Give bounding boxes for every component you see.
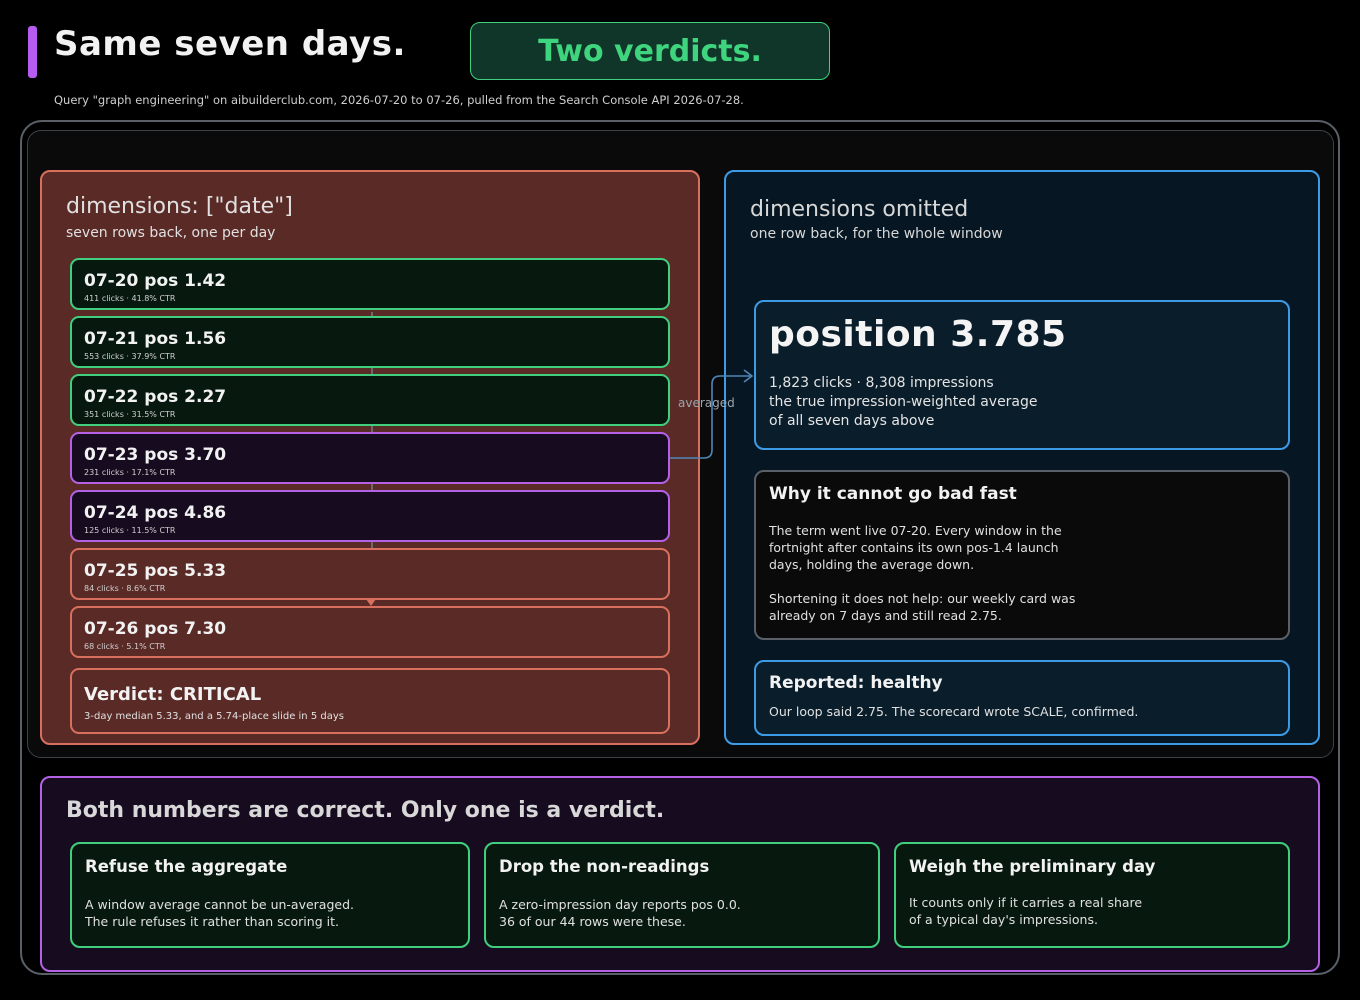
rule-card-body: A window average cannot be un-averaged. … (85, 896, 354, 930)
rule-card-line: The rule refuses it rather than scoring … (85, 914, 339, 929)
rules-panel-title: Both numbers are correct. Only one is a … (66, 798, 665, 823)
rule-card-title: Refuse the aggregate (85, 857, 288, 876)
rule-card-line: of a typical day's impressions. (909, 912, 1098, 927)
rule-card-title: Drop the non-readings (499, 857, 710, 876)
rule-card-line: A zero-impression day reports pos 0.0. (499, 897, 741, 912)
rule-card-line: It counts only if it carries a real shar… (909, 895, 1143, 910)
rule-card-refuse-aggregate: Refuse the aggregate A window average ca… (70, 842, 470, 948)
averaged-arrow-label: averaged (678, 396, 735, 410)
rule-card-title: Weigh the preliminary day (909, 857, 1156, 876)
rule-card-body: A zero-impression day reports pos 0.0. 3… (499, 896, 741, 930)
rule-card-drop-non-readings: Drop the non-readings A zero-impression … (484, 842, 880, 948)
rule-card-body: It counts only if it carries a real shar… (909, 894, 1142, 928)
rule-card-line: 36 of our 44 rows were these. (499, 914, 686, 929)
rule-card-line: A window average cannot be un-averaged. (85, 897, 355, 912)
rule-card-weigh-preliminary: Weigh the preliminary day It counts only… (894, 842, 1290, 948)
